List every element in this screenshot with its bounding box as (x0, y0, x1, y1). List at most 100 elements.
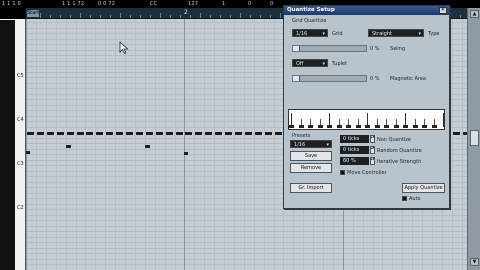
chevron-down-icon: ▾ (326, 142, 329, 148)
magnetic-area-slider[interactable] (292, 75, 367, 82)
quantize-grid-marker (308, 125, 313, 128)
magnetic-label: Magnetic Area (390, 76, 426, 82)
non-quantize-label: Non Quantize (377, 137, 411, 143)
chevron-down-icon: ▾ (418, 31, 421, 37)
tuplet-select[interactable]: Off ▾ (292, 59, 328, 67)
info-count[interactable]: 1 (222, 1, 225, 7)
grid-beat-line (253, 19, 255, 270)
ruler-tick (180, 15, 181, 18)
midi-note (185, 132, 193, 135)
quantize-grid-display[interactable] (288, 109, 445, 130)
midi-note (225, 132, 232, 135)
piano-keyboard[interactable]: C5 C4 C3 C2 (0, 19, 26, 270)
dialog-title: Quantize Setup (287, 7, 335, 13)
scroll-up-icon[interactable]: ▲ (470, 10, 479, 18)
ruler-tick (200, 13, 201, 18)
grid-select-value: 1/16 (296, 31, 308, 37)
quantize-grid-marker (422, 125, 427, 128)
quantize-setup-dialog: Quantize Setup ✕ Grid Quantize 1/16 ▾ Gri… (283, 5, 450, 209)
ruler-tick (170, 15, 171, 18)
chevron-down-icon: ▾ (322, 31, 325, 37)
grid-beat-line (26, 19, 27, 270)
swing-slider[interactable] (292, 45, 367, 52)
grid-select[interactable]: 1/16 ▾ (292, 29, 328, 37)
iterative-strength-field[interactable]: 60 % (340, 157, 369, 165)
vertical-scrollbar[interactable]: ▲ ▼ (467, 8, 480, 270)
groove-import-button[interactable]: Gr. Import (290, 183, 332, 193)
section-grid-quantize: Grid Quantize (292, 18, 327, 24)
auto-checkbox[interactable] (402, 196, 407, 201)
random-quantize-field[interactable]: 0 ticks (340, 146, 369, 154)
midi-note (452, 132, 460, 135)
grid-beat-line (134, 19, 136, 270)
quantize-grid-marker (336, 125, 342, 128)
iterative-strength-spinner[interactable]: ▴▾ (370, 157, 375, 165)
grid-beat-line (233, 19, 235, 270)
info-time[interactable]: 0 (248, 1, 251, 7)
save-preset-button[interactable]: Save (290, 151, 332, 161)
preset-select[interactable]: 1/16 ▾ (290, 140, 332, 148)
tuplet-select-value: Off (296, 61, 304, 67)
midi-note (165, 132, 173, 135)
non-quantize-field[interactable]: 0 ticks (340, 135, 369, 143)
grid-beat-line (55, 19, 57, 270)
grid-beat-line (263, 19, 265, 270)
presets-label: Presets (292, 133, 311, 139)
tuplet-label: Tuplet (332, 61, 348, 67)
grid-row-line (26, 253, 467, 254)
grid-beat-line (115, 19, 117, 270)
info-snap[interactable]: 0 (270, 1, 273, 7)
dialog-titlebar[interactable]: Quantize Setup ✕ (284, 6, 449, 15)
midi-note (66, 132, 74, 135)
magnetic-value: 0 % (370, 76, 380, 82)
midi-note (254, 132, 262, 135)
ruler-tick (100, 15, 101, 18)
ruler-tick (50, 15, 51, 18)
quantize-grid-marker (431, 125, 437, 128)
scrollbar-thumb[interactable] (470, 130, 479, 146)
midi-note (135, 132, 143, 135)
grid-beat-line (204, 19, 206, 270)
quantize-grid-marker (317, 125, 323, 128)
grid-row-line (26, 225, 467, 227)
midi-note (56, 132, 64, 135)
type-select[interactable]: Straight ▾ (368, 29, 424, 37)
grid-label: Grid (332, 31, 343, 37)
info-channel[interactable]: CC (150, 1, 157, 7)
non-quantize-spinner[interactable]: ▴▾ (370, 135, 375, 143)
midi-note (66, 145, 71, 148)
random-quantize-spinner[interactable]: ▴▾ (370, 146, 375, 154)
auto-label: Auto (409, 196, 421, 202)
grid-beat-line (184, 19, 186, 270)
quantize-grid-marker (289, 125, 294, 128)
info-end-position[interactable]: 1 1 1 72 (62, 1, 84, 7)
ruler-start-marker[interactable]: Start (27, 10, 39, 17)
ruler-tick (250, 15, 251, 18)
grid-beat-line (75, 19, 77, 270)
grid-row-line (26, 242, 467, 243)
grid-beat-line (243, 19, 245, 270)
ruler-tick (190, 15, 191, 18)
ruler-tick (260, 15, 261, 18)
midi-note (205, 132, 213, 135)
ruler-tick (220, 15, 221, 18)
info-velocity[interactable]: 127 (188, 1, 198, 7)
move-controller-checkbox[interactable] (340, 170, 345, 175)
info-start-position[interactable]: 1 1 1 0 (2, 1, 21, 7)
grid-beat-line (224, 19, 225, 270)
remove-preset-button[interactable]: Remove (290, 163, 332, 173)
grid-beat-line (164, 19, 166, 270)
grid-row-line (26, 236, 467, 238)
ruler-tick (140, 15, 141, 18)
magnetic-slider-knob[interactable] (293, 76, 300, 81)
ruler-tick (90, 15, 91, 18)
info-length[interactable]: 0 0 72 (98, 1, 115, 7)
quantize-grid-marker (374, 125, 380, 128)
apply-quantize-button[interactable]: Apply Quantize (402, 183, 445, 193)
close-icon[interactable]: ✕ (439, 7, 447, 14)
scroll-down-icon[interactable]: ▼ (470, 258, 479, 266)
midi-note (26, 151, 30, 154)
grid-beat-line (214, 19, 216, 270)
grid-beat-line (125, 19, 126, 270)
swing-slider-knob[interactable] (293, 46, 300, 51)
